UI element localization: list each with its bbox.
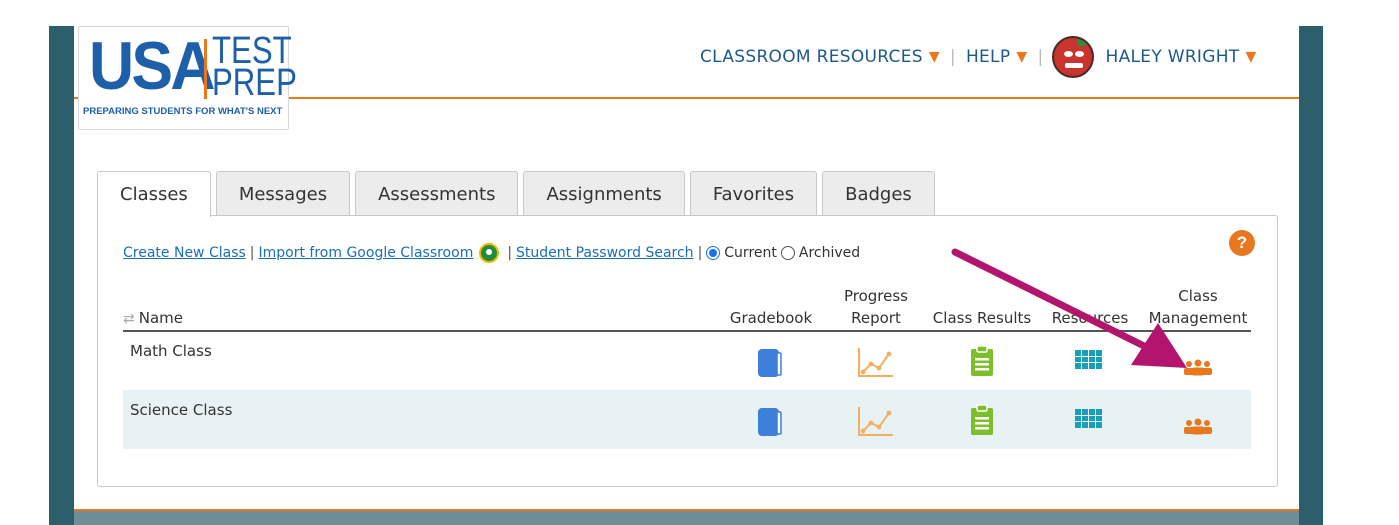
separator: |	[507, 245, 513, 261]
classroom-resources-menu[interactable]: CLASSROOM RESOURCES ▼	[700, 47, 940, 67]
annotation-arrow	[951, 248, 1187, 368]
radio-unselected-icon	[780, 246, 795, 260]
logo-tagline: PREPARING STUDENTS FOR WHAT'S NEXT	[83, 106, 283, 117]
name-column-header[interactable]: ⇄ Name	[123, 307, 183, 330]
user-name: HALEY WRIGHT	[1105, 47, 1240, 67]
tab-messages[interactable]: Messages	[215, 171, 351, 216]
tab-assignments[interactable]: Assignments	[523, 171, 685, 216]
class-actions: Create New Class | Import from Google Cl…	[123, 243, 864, 263]
logo-prep-text: PREP	[212, 62, 297, 104]
help-menu[interactable]: HELP ▼	[966, 47, 1028, 67]
separator: |	[249, 245, 255, 261]
resources-grid-icon[interactable]	[1075, 409, 1103, 435]
progress-header-line1: Progress	[843, 287, 908, 305]
top-navigation: CLASSROOM RESOURCES ▼ | HELP ▼ | HALEY W…	[700, 32, 1257, 82]
class-management-people-icon[interactable]	[1183, 417, 1213, 435]
create-new-class-link[interactable]: Create New Class	[123, 245, 246, 261]
caret-down-icon: ▼	[928, 49, 940, 65]
archived-label: Archived	[798, 245, 861, 261]
help-label: HELP	[965, 47, 1011, 67]
tab-classes[interactable]: Classes	[97, 171, 211, 217]
tab-assessments[interactable]: Assessments	[355, 171, 519, 216]
caret-down-icon: ▼	[1016, 49, 1028, 65]
caret-down-icon: ▼	[1245, 49, 1257, 65]
sort-icon[interactable]: ⇄	[123, 311, 135, 327]
gradebook-book-icon[interactable]	[757, 407, 783, 437]
current-radio[interactable]: Current	[706, 245, 777, 261]
logo-usa-text: USA	[89, 28, 216, 104]
gradebook-column-header: Gradebook	[729, 309, 813, 327]
class-results-clipboard-icon[interactable]	[970, 404, 994, 436]
help-icon[interactable]: ?	[1229, 230, 1255, 256]
usa-test-prep-logo[interactable]: USA TEST PREP PREPARING STUDENTS FOR WHA…	[78, 26, 297, 130]
current-label: Current	[724, 245, 777, 261]
nav-separator: |	[1037, 47, 1044, 67]
progress-header-line2: Report	[851, 309, 901, 327]
google-classroom-icon[interactable]	[479, 243, 500, 263]
user-menu[interactable]: HALEY WRIGHT ▼	[1048, 36, 1257, 78]
radio-selected-icon	[706, 246, 721, 260]
avatar	[1051, 36, 1094, 78]
left-frame-bar	[49, 26, 74, 525]
class-name-cell[interactable]: Science Class	[130, 401, 232, 419]
right-frame-bar	[1299, 26, 1323, 525]
progress-report-column-header: Progress Report	[836, 285, 916, 329]
name-header-label: Name	[138, 309, 183, 327]
footer-bar	[74, 509, 1299, 525]
archived-radio[interactable]: Archived	[780, 245, 861, 261]
tab-bar: Classes Messages Assessments Assignments…	[97, 171, 940, 217]
progress-line-chart-icon[interactable]	[857, 346, 895, 378]
tab-favorites[interactable]: Favorites	[689, 171, 818, 216]
separator: |	[697, 245, 703, 261]
gradebook-book-icon[interactable]	[757, 348, 783, 378]
class-name-cell[interactable]: Math Class	[130, 342, 212, 360]
progress-line-chart-icon[interactable]	[857, 405, 895, 437]
classroom-resources-label: CLASSROOM RESOURCES	[700, 47, 923, 67]
nav-separator: |	[949, 47, 956, 67]
import-google-classroom-link[interactable]: Import from Google Classroom	[259, 245, 474, 261]
logo-divider	[204, 39, 207, 99]
student-password-search-link[interactable]: Student Password Search	[516, 245, 694, 261]
tab-badges[interactable]: Badges	[822, 171, 935, 216]
